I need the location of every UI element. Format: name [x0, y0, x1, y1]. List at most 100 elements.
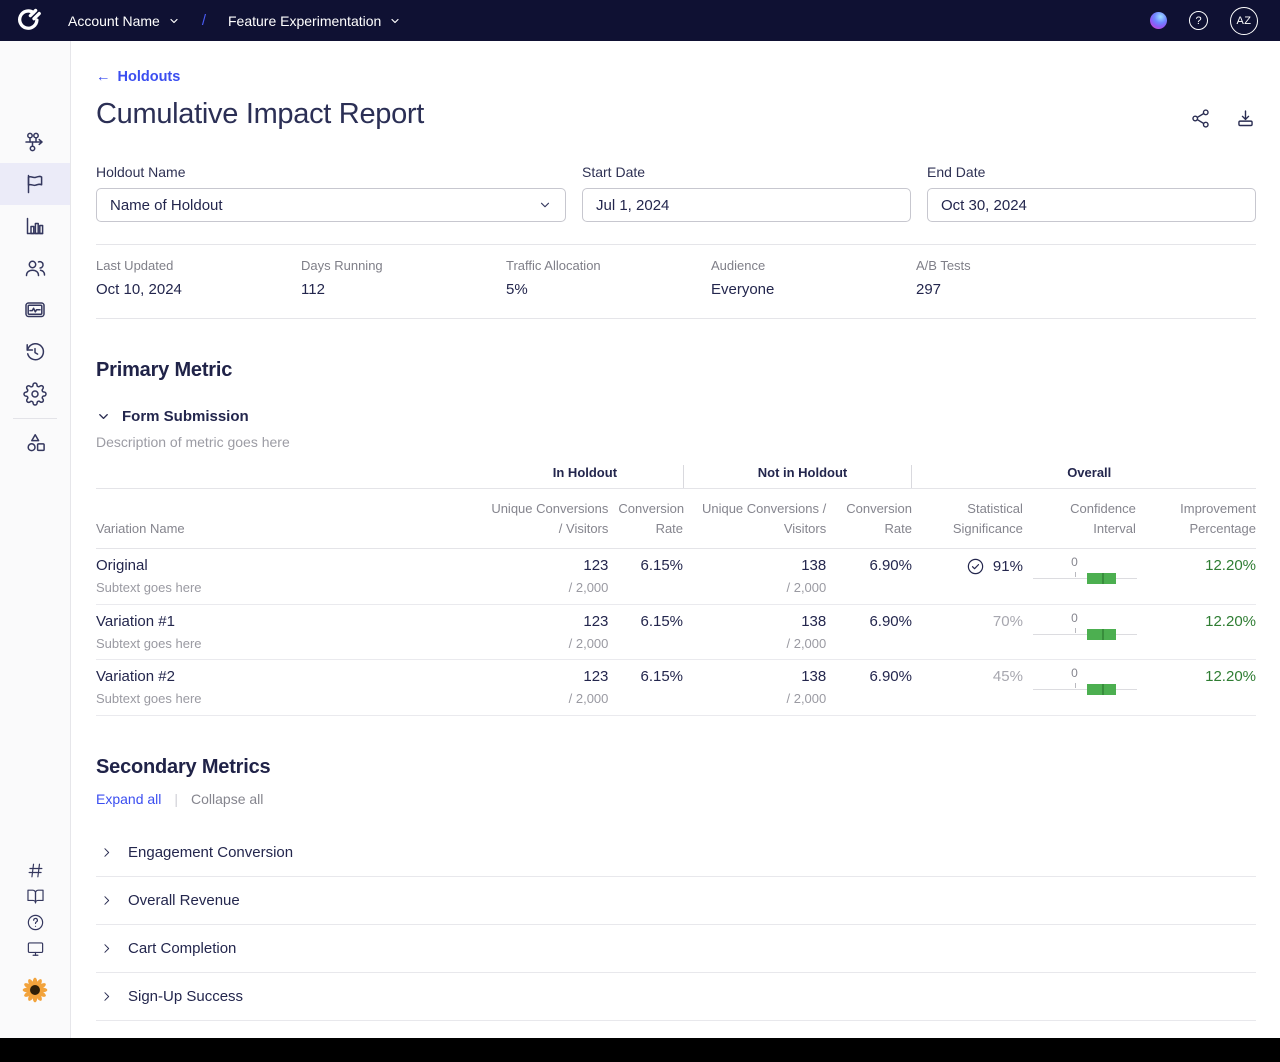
sidebar-item-audiences[interactable] [0, 247, 70, 289]
docs-book-icon [26, 887, 45, 906]
summary-label: Audience [711, 258, 916, 273]
chevron-right-icon [100, 990, 113, 1003]
bar-chart-icon [23, 214, 47, 238]
page-title: Cumulative Impact Report [96, 98, 424, 131]
start-date-input[interactable]: Jul 1, 2024 [582, 188, 911, 222]
significance-value: 70% [993, 613, 1023, 630]
column-header: Variation Name [96, 489, 477, 549]
bottom-black-strip [0, 1038, 1280, 1062]
column-header: Conversion Rate [826, 489, 912, 549]
variation-name: Variation #1 [96, 613, 477, 631]
collapse-all-link[interactable]: Collapse all [191, 791, 263, 807]
sidebar-item-apps[interactable] [0, 422, 70, 464]
start-date-label: Start Date [582, 164, 911, 180]
flag-icon [23, 172, 47, 196]
sidebar-item-monitoring[interactable] [0, 289, 70, 331]
sidebar-item-desktop[interactable] [26, 935, 45, 961]
primary-metric-table: In Holdout Not in Holdout Overall Variat… [96, 465, 1256, 716]
column-header: Confidence Interval [1023, 489, 1136, 549]
back-to-holdouts-link[interactable]: ← Holdouts [96, 69, 180, 85]
help-circle-icon [26, 913, 45, 932]
user-avatar[interactable]: AZ [1230, 7, 1258, 35]
sunflower-avatar[interactable] [22, 977, 48, 1008]
summary-value: Oct 10, 2024 [96, 281, 301, 298]
summary-label: A/B Tests [916, 258, 1121, 273]
section-overall-revenue[interactable]: Overall Revenue [96, 877, 1256, 925]
end-date-input[interactable]: Oct 30, 2024 [927, 188, 1256, 222]
primary-metric-toggle[interactable]: Form Submission [96, 408, 1256, 425]
audiences-icon [23, 256, 47, 280]
expand-all-link[interactable]: Expand all [96, 791, 161, 807]
secondary-metrics-list: Engagement Conversion Overall Revenue Ca… [96, 829, 1256, 1038]
improvement-value: 12.20% [1146, 557, 1256, 574]
account-name-label: Account Name [68, 13, 160, 29]
table-row-variation-1: Variation #1Subtext goes here 123/ 2,000… [96, 604, 1256, 660]
summary-value: 297 [916, 281, 1121, 298]
arrow-left-icon: ← [96, 69, 111, 85]
table-row-variation-2: Variation #2Subtext goes here 123/ 2,000… [96, 660, 1256, 716]
sidebar-item-history[interactable] [0, 331, 70, 373]
account-name-menu[interactable]: Account Name [68, 13, 180, 29]
product-menu[interactable]: Feature Experimentation [228, 13, 401, 29]
sidebar-item-docs[interactable] [26, 883, 45, 909]
holdout-name-select[interactable]: Name of Holdout [96, 188, 566, 222]
top-nav-bar: Account Name / Feature Experimentation ?… [0, 0, 1280, 41]
column-header: Improvement Percentage [1136, 489, 1256, 549]
significance-value: 45% [993, 668, 1023, 685]
column-header: Unique Conversions / Visitors [683, 489, 826, 549]
significance-value: 91% [993, 558, 1023, 575]
section-sign-up-success[interactable]: Sign-Up Success [96, 973, 1256, 1021]
improvement-value: 12.20% [1146, 668, 1256, 685]
secondary-metrics-heading: Secondary Metrics [96, 756, 1256, 779]
experiment-flow-icon [23, 130, 47, 154]
main-content: ← Holdouts Cumulative Impact Report Hold… [71, 41, 1280, 1038]
sidebar-item-reports[interactable] [0, 205, 70, 247]
ai-assistant-orb-icon[interactable] [1150, 12, 1167, 29]
left-sidebar [0, 41, 71, 1038]
section-add-to-cart[interactable]: Add to Cart [96, 1021, 1256, 1038]
group-header-overall: Overall [912, 465, 1256, 489]
section-engagement-conversion[interactable]: Engagement Conversion [96, 829, 1256, 877]
summary-label: Traffic Allocation [506, 258, 711, 273]
table-row-original: OriginalSubtext goes here 123/ 2,000 6.1… [96, 549, 1256, 605]
desktop-icon [26, 939, 45, 958]
chevron-right-icon [100, 894, 113, 907]
chevron-down-icon [168, 15, 180, 27]
improvement-value: 12.20% [1146, 613, 1256, 630]
column-header: Statistical Significance [912, 489, 1023, 549]
column-header: Conversion Rate [608, 489, 683, 549]
confidence-interval-chart: 0 [1033, 613, 1137, 647]
sidebar-item-community[interactable] [26, 857, 45, 883]
shapes-icon [23, 431, 47, 455]
sidebar-item-flags[interactable] [0, 163, 70, 205]
confidence-interval-chart: 0 [1033, 668, 1137, 702]
column-header: Unique Conversions / Visitors [477, 489, 608, 549]
chevron-down-icon [538, 198, 552, 212]
summary-value: 112 [301, 281, 506, 298]
section-cart-completion[interactable]: Cart Completion [96, 925, 1256, 973]
download-button[interactable] [1235, 108, 1256, 134]
sidebar-item-settings[interactable] [0, 373, 70, 415]
links-divider: | [174, 791, 178, 807]
sidebar-item-experiment-flow[interactable] [0, 121, 70, 163]
chevron-down-icon [96, 409, 111, 424]
end-date-label: End Date [927, 164, 1256, 180]
history-icon [23, 340, 47, 364]
monitor-pulse-icon [23, 298, 47, 322]
metric-description: Description of metric goes here [96, 434, 1256, 450]
summary-label: Days Running [301, 258, 506, 273]
optimizely-logo[interactable] [0, 7, 56, 34]
confidence-interval-chart: 0 [1033, 557, 1137, 591]
holdout-name-label: Holdout Name [96, 164, 566, 180]
download-icon [1235, 108, 1256, 129]
variation-name: Original [96, 557, 477, 575]
chevron-down-icon [389, 15, 401, 27]
summary-value: 5% [506, 281, 711, 298]
settings-gear-icon [23, 382, 47, 406]
summary-value: Everyone [711, 281, 916, 298]
sidebar-item-help[interactable] [26, 909, 45, 935]
share-icon [1190, 108, 1211, 129]
primary-metric-heading: Primary Metric [96, 359, 1256, 382]
share-button[interactable] [1190, 108, 1211, 134]
help-icon[interactable]: ? [1189, 11, 1208, 30]
